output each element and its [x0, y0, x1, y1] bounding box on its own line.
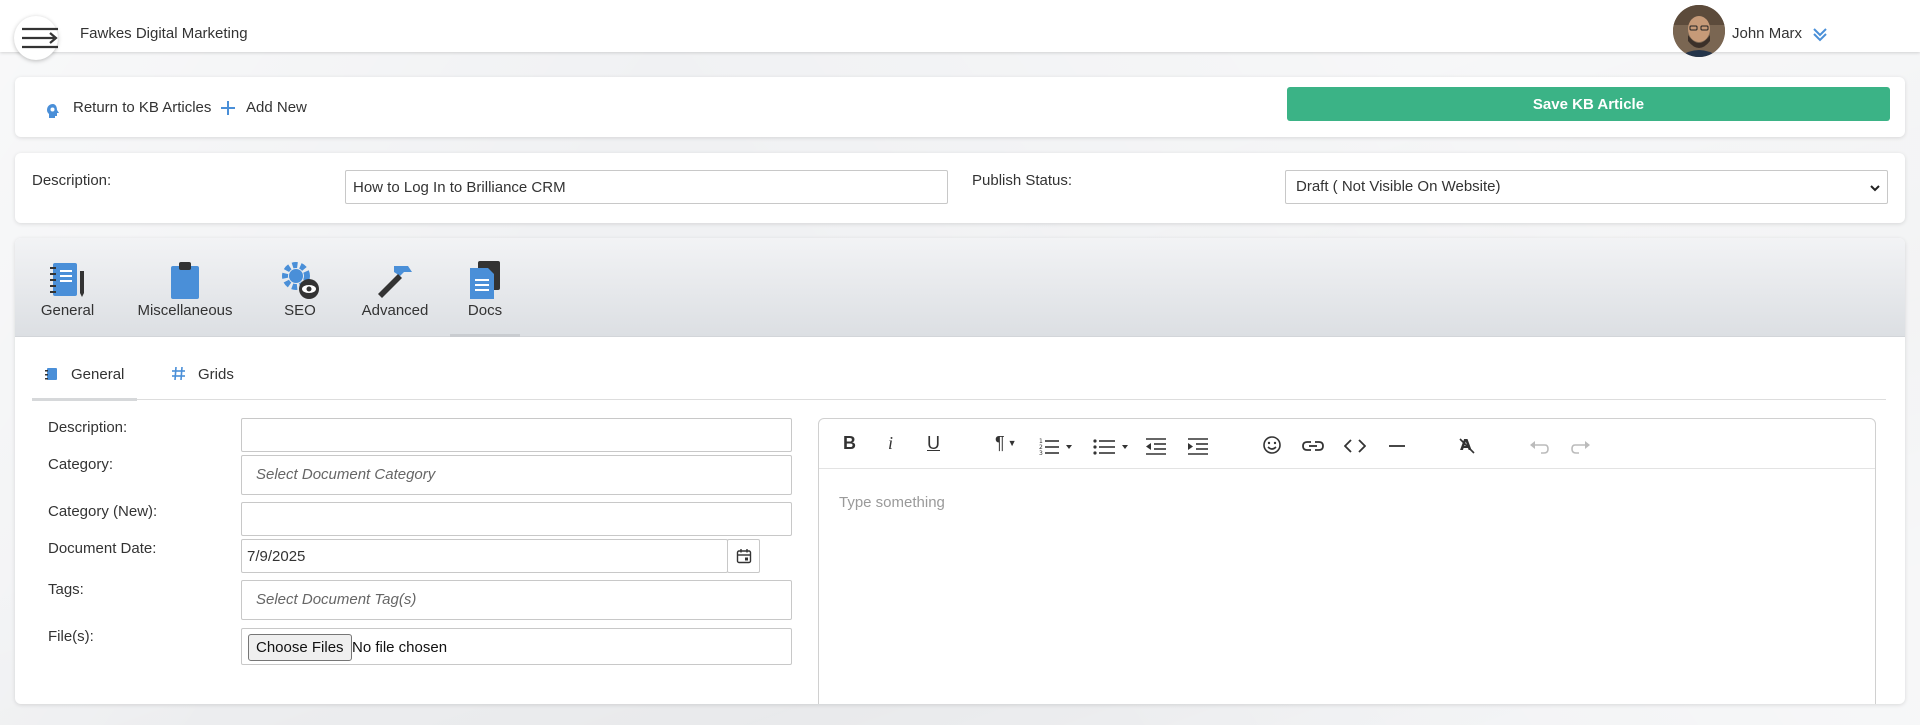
- file-status: No file chosen: [352, 639, 448, 656]
- user-photo-icon: [1673, 5, 1725, 57]
- undo-icon[interactable]: [1529, 436, 1549, 458]
- doc-description-label: Description:: [48, 419, 128, 436]
- subtab-divider: [32, 399, 1886, 400]
- lightbulb-head-icon: [47, 104, 59, 118]
- document-date-label: Document Date:: [48, 540, 157, 557]
- main-tab-strip: General Miscellaneous SEO Advanced Docs: [15, 238, 1905, 337]
- document-date-input[interactable]: [241, 539, 728, 573]
- subtab-grids[interactable]: Grids: [171, 366, 234, 383]
- choose-files-button[interactable]: Choose Files: [248, 634, 352, 661]
- underline-icon[interactable]: U: [927, 433, 940, 455]
- category-select[interactable]: Select Document Category: [241, 455, 792, 495]
- notebook-pen-icon: [49, 263, 84, 297]
- double-chevron-down-icon[interactable]: [1811, 25, 1829, 43]
- hammer-icon: [378, 266, 412, 298]
- content-card: General Miscellaneous SEO Advanced Docs …: [15, 238, 1905, 704]
- description-label: Description:: [32, 172, 112, 189]
- publish-status-label: Publish Status:: [972, 172, 1073, 189]
- actions-card: Return to KB Articles Add New Save KB Ar…: [15, 77, 1905, 137]
- category-new-input[interactable]: [241, 502, 792, 536]
- tab-seo-label: SEO: [284, 302, 316, 319]
- publish-status-value: Draft ( Not Visible On Website): [1296, 178, 1501, 195]
- subtab-general-label: General: [71, 366, 125, 383]
- horizontal-line-icon[interactable]: [1388, 435, 1406, 457]
- hash-icon: [172, 366, 185, 381]
- redo-icon[interactable]: [1571, 436, 1591, 458]
- subtab-grids-label: Grids: [198, 366, 234, 383]
- plus-icon[interactable]: [219, 99, 237, 117]
- italic-icon[interactable]: i: [888, 433, 893, 455]
- publish-status-select[interactable]: Draft ( Not Visible On Website): [1285, 170, 1888, 204]
- tab-docs[interactable]: Docs: [455, 260, 515, 319]
- tab-general-label: General: [40, 302, 95, 319]
- rich-text-editor: B i U ¶ ▼ 1 2 3 Type something: [818, 418, 1876, 704]
- outdent-icon[interactable]: [1145, 435, 1167, 457]
- tab-miscellaneous[interactable]: Miscellaneous: [130, 260, 240, 319]
- code-icon[interactable]: [1344, 435, 1366, 457]
- tab-general[interactable]: General: [35, 260, 100, 319]
- tab-docs-label: Docs: [467, 302, 503, 319]
- avatar[interactable]: [1673, 5, 1725, 57]
- tab-advanced[interactable]: Advanced: [355, 260, 435, 319]
- subtab-general[interactable]: General: [45, 366, 124, 383]
- article-meta-card: Description: Publish Status: Draft ( Not…: [15, 153, 1905, 223]
- tab-seo[interactable]: SEO: [270, 260, 330, 319]
- top-bar: Fawkes Digital Marketing John Marx: [0, 0, 1920, 60]
- tags-select[interactable]: Select Document Tag(s): [241, 580, 792, 620]
- link-icon[interactable]: [1302, 435, 1324, 457]
- svg-text:3: 3: [1039, 450, 1043, 457]
- bold-icon[interactable]: B: [843, 433, 856, 455]
- return-to-kb-link[interactable]: Return to KB Articles: [73, 99, 211, 116]
- clipboard-icon: [171, 262, 199, 299]
- ordered-list-icon[interactable]: 1 2 3: [1039, 435, 1073, 457]
- paragraph-format-icon[interactable]: ¶ ▼: [995, 433, 1017, 455]
- category-label: Category:: [48, 456, 114, 473]
- date-picker-button[interactable]: [727, 539, 760, 573]
- active-tab-indicator: [450, 334, 520, 337]
- chevron-down-icon: [1870, 185, 1880, 192]
- category-placeholder: Select Document Category: [256, 466, 436, 483]
- hamburger-arrow-icon: [22, 27, 58, 49]
- user-name[interactable]: John Marx: [1732, 25, 1802, 42]
- add-new-link[interactable]: Add New: [246, 99, 307, 116]
- doc-description-input[interactable]: [241, 418, 792, 452]
- calendar-icon: [736, 549, 752, 564]
- files-label: File(s):: [48, 628, 94, 645]
- notebook-icon: [45, 368, 57, 380]
- clear-formatting-icon[interactable]: A: [1457, 434, 1477, 456]
- menu-button[interactable]: [14, 16, 58, 60]
- gear-eye-icon: [282, 262, 319, 299]
- editor-placeholder[interactable]: Type something: [839, 494, 945, 511]
- subtab-active-indicator: [32, 398, 137, 401]
- documents-icon: [470, 261, 500, 299]
- article-description-input[interactable]: [345, 170, 948, 204]
- company-name: Fawkes Digital Marketing: [80, 25, 248, 42]
- tab-advanced-label: Advanced: [361, 302, 429, 319]
- editor-toolbar: B i U ¶ ▼ 1 2 3: [819, 419, 1875, 469]
- tab-miscellaneous-label: Miscellaneous: [137, 302, 233, 319]
- save-kb-article-button[interactable]: Save KB Article: [1287, 87, 1890, 121]
- indent-icon[interactable]: [1187, 435, 1209, 457]
- tags-label: Tags:: [48, 581, 84, 598]
- emoji-icon[interactable]: [1262, 434, 1282, 456]
- tags-placeholder: Select Document Tag(s): [256, 591, 417, 608]
- unordered-list-icon[interactable]: [1093, 435, 1129, 457]
- category-new-label: Category (New):: [48, 503, 158, 520]
- file-upload-field: Choose Files No file chosen: [241, 628, 792, 665]
